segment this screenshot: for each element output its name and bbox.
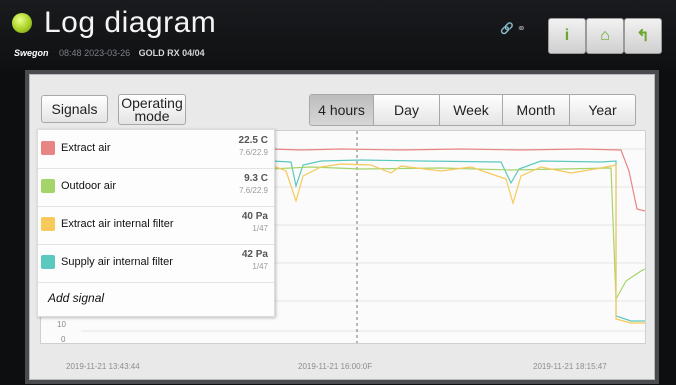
legend-label: Extract air internal filter	[61, 218, 174, 230]
legend-value: 9.3 C	[244, 173, 268, 184]
legend-item[interactable]: Outdoor air 9.3 C 7.6/22.9	[38, 168, 274, 207]
operating-mode-button[interactable]: Operating mode	[118, 94, 186, 125]
legend-swatch	[41, 179, 55, 193]
status-icons: 🔗 ⚭	[500, 22, 526, 35]
brand-logo: Swegon	[14, 48, 49, 58]
signal-legend: Extract air 22.5 C 7.6/22.9 Outdoor air …	[37, 129, 275, 317]
link-icon: 🔗	[500, 23, 514, 35]
legend-range: 1/47	[252, 262, 268, 271]
x-axis-label-mid: 2019-11-21 16:00:0F	[298, 362, 373, 371]
legend-swatch	[41, 217, 55, 231]
legend-label: Supply air internal filter	[61, 256, 173, 268]
legend-item[interactable]: Extract air internal filter 40 Pa 1/47	[38, 206, 274, 245]
legend-range: 7.6/22.9	[239, 186, 268, 195]
x-axis-label-start: 2019-11-21 13:43:44	[66, 362, 140, 371]
log-panel: Signals Operating mode 4 hours Day Week …	[29, 74, 655, 380]
legend-swatch	[41, 255, 55, 269]
signals-button[interactable]: Signals	[41, 95, 108, 123]
app-frame: Log diagram Swegon 08:48 2023-03-26 GOLD…	[0, 0, 676, 385]
info-icon: i	[564, 27, 570, 44]
header-bar: Log diagram Swegon 08:48 2023-03-26 GOLD…	[0, 0, 676, 70]
series-supply-air-filter	[270, 159, 645, 322]
status-indicator-icon	[12, 13, 32, 33]
device-model: GOLD RX 04/04	[138, 48, 205, 58]
globe-icon: ⚭	[516, 23, 526, 35]
legend-label: Outdoor air	[61, 180, 117, 192]
tab-day[interactable]: Day	[374, 95, 440, 125]
header-subtitle: Swegon 08:48 2023-03-26 GOLD RX 04/04	[14, 48, 205, 58]
tab-week[interactable]: Week	[440, 95, 503, 125]
tab-4-hours[interactable]: 4 hours	[310, 95, 374, 125]
series-extract-air	[270, 148, 646, 212]
y-tick-10: 10	[57, 320, 66, 329]
legend-swatch	[41, 141, 55, 155]
tab-month[interactable]: Month	[503, 95, 570, 125]
legend-item[interactable]: Supply air internal filter 42 Pa 1/47	[38, 244, 274, 283]
legend-label: Extract air	[61, 142, 111, 154]
legend-range: 7.6/22.9	[239, 148, 268, 157]
legend-value: 22.5 C	[238, 135, 268, 146]
home-icon: ⌂	[600, 27, 610, 44]
back-icon: ↰	[636, 28, 650, 45]
legend-item[interactable]: Extract air 22.5 C 7.6/22.9	[38, 130, 274, 169]
add-signal-link[interactable]: Add signal	[48, 291, 104, 305]
header-time: 08:48	[59, 48, 82, 58]
legend-range: 1/47	[252, 224, 268, 233]
x-axis-label-end: 2019-11-21 18:15:47	[533, 362, 607, 371]
time-range-tabs: 4 hours Day Week Month Year	[309, 94, 636, 126]
info-button[interactable]: i	[548, 18, 586, 54]
legend-value: 42 Pa	[241, 249, 268, 260]
home-button[interactable]: ⌂	[586, 18, 624, 54]
back-button[interactable]: ↰	[624, 18, 662, 54]
y-tick-0: 0	[61, 335, 66, 344]
header-date: 2023-03-26	[84, 48, 131, 58]
tab-year[interactable]: Year	[570, 95, 635, 125]
legend-value: 40 Pa	[241, 211, 268, 222]
page-title: Log diagram	[44, 6, 217, 39]
series-extract-air-filter	[270, 163, 645, 324]
